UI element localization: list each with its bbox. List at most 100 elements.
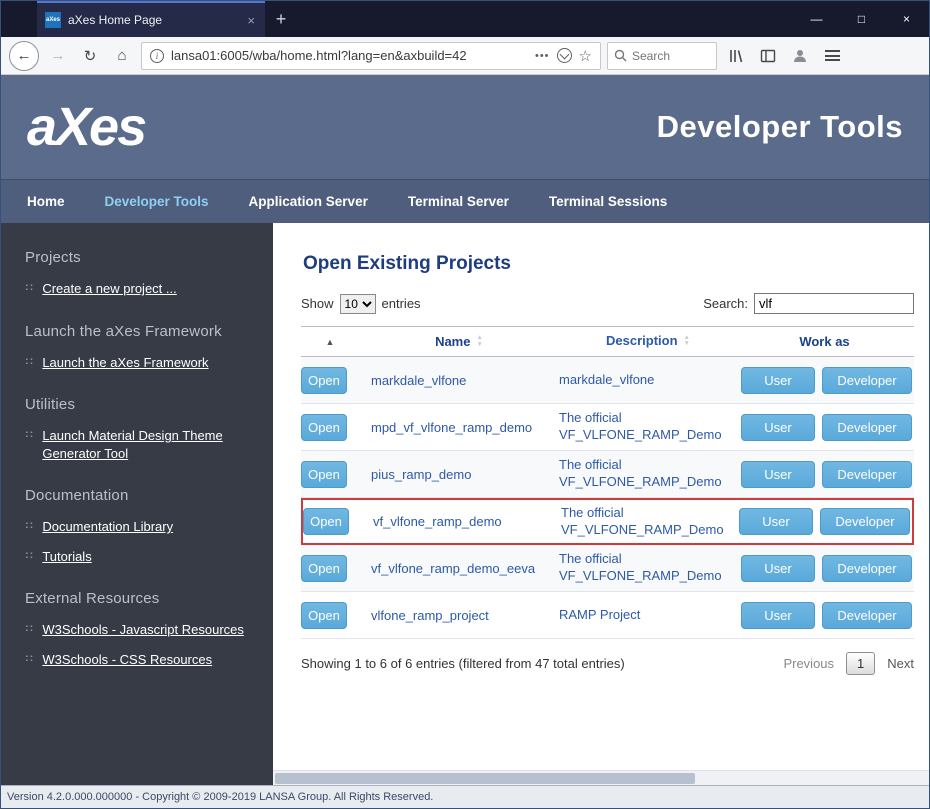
open-button[interactable]: Open xyxy=(301,367,347,394)
sidebar-link-label[interactable]: Documentation Library xyxy=(42,518,173,536)
page-title: Open Existing Projects xyxy=(303,253,914,275)
status-bar: Version 4.2.0.000.000000 - Copyright © 2… xyxy=(1,785,929,808)
user-button[interactable]: User xyxy=(741,461,815,488)
url-text[interactable]: lansa01:6005/wba/home.html?lang=en&axbui… xyxy=(171,48,528,63)
open-button[interactable]: Open xyxy=(301,602,347,629)
tab-favicon-icon: aXes xyxy=(45,12,61,28)
developer-button[interactable]: Developer xyxy=(822,555,912,582)
site-info-icon[interactable]: i xyxy=(150,49,164,63)
bookmark-star-icon[interactable]: ☆ xyxy=(579,47,592,65)
search-label: Search: xyxy=(703,296,748,311)
content-area: Projects :: Create a new project ... Lau… xyxy=(1,223,929,785)
open-button[interactable]: Open xyxy=(301,414,347,441)
main-panel: Open Existing Projects Show 10 entries S… xyxy=(273,223,929,785)
sidebar-link-label[interactable]: Launch the aXes Framework xyxy=(42,354,208,372)
developer-button[interactable]: Developer xyxy=(822,367,912,394)
user-button[interactable]: User xyxy=(739,508,813,535)
sidebar-item-tutorials[interactable]: :: Tutorials xyxy=(25,548,253,566)
developer-button[interactable]: Developer xyxy=(822,602,912,629)
nav-item-home[interactable]: Home xyxy=(27,194,65,209)
open-button[interactable]: Open xyxy=(301,461,347,488)
forward-icon[interactable]: → xyxy=(45,43,71,69)
developer-button[interactable]: Developer xyxy=(822,414,912,441)
sidebar-toggle-icon[interactable] xyxy=(755,43,781,69)
sidebar-link-label[interactable]: Tutorials xyxy=(42,548,91,566)
project-description: The official VF_VLFONE_RAMP_Demo xyxy=(561,505,739,539)
axes-logo: aXes xyxy=(27,96,145,158)
home-icon[interactable]: ⌂ xyxy=(109,43,135,69)
open-button[interactable]: Open xyxy=(303,508,349,535)
developer-button[interactable]: Developer xyxy=(822,461,912,488)
sidebar-item-create-project[interactable]: :: Create a new project ... xyxy=(25,280,253,298)
user-button[interactable]: User xyxy=(741,367,815,394)
link-bullet-icon: :: xyxy=(25,652,34,664)
browser-search-box[interactable] xyxy=(607,42,717,70)
site-header: aXes Developer Tools xyxy=(1,75,929,179)
browser-tab[interactable]: aXes aXes Home Page × xyxy=(37,1,265,37)
page-size-control: Show 10 entries xyxy=(301,294,421,314)
sort-column-header[interactable]: ▲ xyxy=(301,337,359,347)
tab-title: aXes Home Page xyxy=(68,13,238,27)
table-row-highlighted: Open vf_vlfone_ramp_demo The official VF… xyxy=(301,498,914,545)
column-header-work-as[interactable]: Work as xyxy=(737,334,914,349)
user-button[interactable]: User xyxy=(741,602,815,629)
table-row: Open vf_vlfone_ramp_demo_eeva The offici… xyxy=(301,545,914,592)
search-icon xyxy=(614,49,627,62)
sidebar-link-label[interactable]: Create a new project ... xyxy=(42,280,176,298)
sidebar-link-label[interactable]: W3Schools - CSS Resources xyxy=(42,651,212,669)
profile-icon[interactable] xyxy=(787,43,813,69)
library-icon[interactable] xyxy=(723,43,749,69)
page-size-select[interactable]: 10 xyxy=(340,294,376,314)
link-bullet-icon: :: xyxy=(25,519,34,531)
next-page-button[interactable]: Next xyxy=(887,656,914,671)
link-bullet-icon: :: xyxy=(25,428,34,440)
column-header-description[interactable]: Description ▲▼ xyxy=(559,333,737,350)
sidebar-item-launch-framework[interactable]: :: Launch the aXes Framework xyxy=(25,354,253,372)
sidebar-item-material-design-tool[interactable]: :: Launch Material Design Theme Generato… xyxy=(25,427,253,462)
browser-window: aXes aXes Home Page × + — □ × ← → ↻ ⌂ i … xyxy=(0,0,930,809)
nav-item-application-server[interactable]: Application Server xyxy=(249,194,368,209)
sidebar-item-w3schools-javascript[interactable]: :: W3Schools - Javascript Resources xyxy=(25,621,253,639)
browser-titlebar: aXes aXes Home Page × + — □ × xyxy=(1,1,929,37)
current-page-button[interactable]: 1 xyxy=(846,652,875,675)
reload-icon[interactable]: ↻ xyxy=(77,43,103,69)
sidebar-item-documentation-library[interactable]: :: Documentation Library xyxy=(25,518,253,536)
user-button[interactable]: User xyxy=(741,555,815,582)
sidebar-section-documentation: Documentation :: Documentation Library :… xyxy=(25,487,253,565)
column-header-name[interactable]: Name ▲▼ xyxy=(359,334,559,349)
open-button[interactable]: Open xyxy=(301,555,347,582)
link-bullet-icon: :: xyxy=(25,355,34,367)
sidebar-item-w3schools-css[interactable]: :: W3Schools - CSS Resources xyxy=(25,651,253,669)
url-bar[interactable]: i lansa01:6005/wba/home.html?lang=en&axb… xyxy=(141,42,601,70)
tab-close-icon[interactable]: × xyxy=(245,13,257,28)
scrollbar-thumb[interactable] xyxy=(275,773,695,784)
sidebar-section-external-resources: External Resources :: W3Schools - Javasc… xyxy=(25,590,253,668)
sidebar-link-label[interactable]: Launch Material Design Theme Generator T… xyxy=(42,427,247,462)
project-name: vf_vlfone_ramp_demo xyxy=(361,514,561,529)
nav-item-terminal-sessions[interactable]: Terminal Sessions xyxy=(549,194,667,209)
new-tab-button[interactable]: + xyxy=(265,1,297,37)
project-name: pius_ramp_demo xyxy=(359,467,559,482)
project-description: RAMP Project xyxy=(559,607,737,624)
sidebar-heading: Launch the aXes Framework xyxy=(25,323,253,340)
developer-button[interactable]: Developer xyxy=(820,508,910,535)
nav-item-terminal-server[interactable]: Terminal Server xyxy=(408,194,509,209)
sort-icon: ▲▼ xyxy=(684,335,690,349)
nav-item-developer-tools[interactable]: Developer Tools xyxy=(105,194,209,209)
project-name: markdale_vlfone xyxy=(359,373,559,388)
page-actions-icon[interactable]: ••• xyxy=(535,50,550,62)
menu-icon[interactable] xyxy=(819,43,845,69)
pocket-icon[interactable] xyxy=(557,48,572,63)
table-search-input[interactable] xyxy=(754,293,914,314)
browser-toolbar: ← → ↻ ⌂ i lansa01:6005/wba/home.html?lan… xyxy=(1,37,929,75)
sidebar-link-label[interactable]: W3Schools - Javascript Resources xyxy=(42,621,244,639)
close-button[interactable]: × xyxy=(884,1,929,37)
pagination: Previous 1 Next xyxy=(783,652,914,675)
maximize-button[interactable]: □ xyxy=(839,1,884,37)
back-icon[interactable]: ← xyxy=(9,41,39,71)
minimize-button[interactable]: — xyxy=(794,1,839,37)
user-button[interactable]: User xyxy=(741,414,815,441)
browser-search-input[interactable] xyxy=(632,49,704,63)
previous-page-button[interactable]: Previous xyxy=(783,656,834,671)
horizontal-scrollbar[interactable] xyxy=(273,770,929,785)
